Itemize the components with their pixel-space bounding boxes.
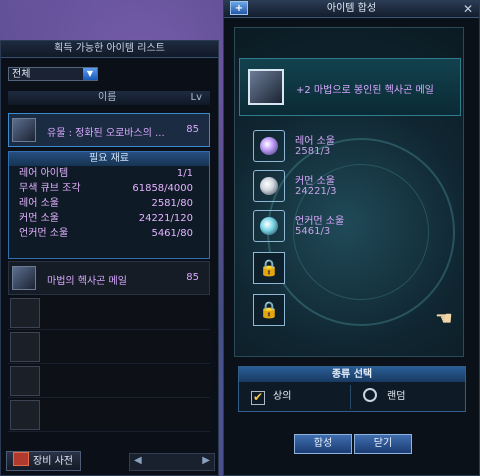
synthesis-area: +2 마법으로 봉인된 헥사곤 메일 레어 소울 2581/3 커먼 소울 24… (234, 27, 464, 357)
equipment-dictionary-button[interactable]: 장비 사전 (6, 451, 81, 471)
pointer-hand-icon: ☚ (435, 306, 453, 330)
empty-list-item[interactable] (8, 365, 210, 398)
list-item[interactable]: 마법의 헥사곤 메일 85 (8, 261, 210, 295)
divider (350, 385, 351, 409)
material-slot[interactable]: 언커먼 소울 5461/3 (253, 210, 453, 246)
option-random-label: 랜덤 (387, 391, 406, 402)
book-icon (13, 452, 29, 466)
empty-list-item[interactable] (8, 399, 210, 432)
empty-list-item[interactable] (8, 297, 210, 330)
item-synthesis-panel: 아이템 합성 + ✕ +2 마법으로 봉인된 헥사곤 메일 레어 소울 2581… (223, 0, 480, 476)
empty-slot-icon (10, 400, 40, 430)
column-lv: Lv (190, 92, 203, 103)
item-level: 85 (186, 124, 199, 135)
material-count: 5461/3 (295, 226, 331, 237)
armor-icon (12, 266, 36, 290)
item-list-panel: 획득 가능한 아이템 리스트 전체 ▼ 이름 Lv 유물 : 정화된 오로바스의… (0, 40, 219, 476)
list-item[interactable]: 유물 : 정화된 오로바스의 ... 85 (8, 113, 210, 147)
material-name: 커먼 소울 (19, 213, 59, 224)
material-row: 무색 큐브 조각 61858/4000 (9, 181, 209, 196)
material-count: 24221/3 (295, 186, 337, 197)
result-item-name: +2 마법으로 봉인된 헥사곤 메일 (296, 85, 434, 96)
material-row: 커먼 소울 24221/120 (9, 211, 209, 226)
option-top-label: 상의 (273, 391, 292, 402)
materials-header: 필요 재료 (9, 152, 209, 166)
checkbox-checked-icon[interactable]: ✔ (251, 391, 265, 405)
dictionary-label: 장비 사전 (33, 456, 73, 467)
material-value: 2581/80 (151, 198, 193, 209)
material-name: 레어 아이템 (19, 168, 69, 179)
material-value: 1/1 (176, 168, 193, 179)
item-name: 마법의 헥사곤 메일 (47, 276, 127, 287)
relic-icon (12, 118, 36, 142)
column-header: 이름 Lv (8, 91, 210, 105)
lock-icon[interactable]: 🔒 (253, 294, 285, 326)
rare-soul-icon (253, 130, 285, 162)
close-button[interactable]: 닫기 (354, 434, 412, 454)
material-name: 레어 소울 (19, 198, 59, 209)
material-slot[interactable]: 커먼 소울 24221/3 (253, 170, 453, 206)
column-name: 이름 (98, 92, 117, 103)
material-name: 언커먼 소울 (19, 228, 69, 239)
empty-slot-icon (10, 298, 40, 328)
material-slot[interactable]: 레어 소울 2581/3 (253, 130, 453, 166)
arrow-left-icon[interactable]: ◀ (134, 455, 142, 466)
type-selection-header: 종류 선택 (239, 367, 465, 382)
result-item[interactable]: +2 마법으로 봉인된 헥사곤 메일 (239, 58, 461, 116)
material-value: 61858/4000 (132, 183, 193, 194)
material-value: 5461/80 (151, 228, 193, 239)
material-name: 무색 큐브 조각 (19, 183, 81, 194)
material-name: 레어 소울 (295, 136, 335, 147)
option-top[interactable]: ✔ 상의 (251, 385, 291, 409)
combine-button[interactable]: 합성 (294, 434, 352, 454)
material-count: 2581/3 (295, 146, 331, 157)
pager: ◀ ▶ (129, 453, 215, 471)
filter-select[interactable]: 전체 ▼ (8, 67, 98, 81)
material-name: 언커먼 소울 (295, 216, 345, 227)
common-soul-icon (253, 170, 285, 202)
required-materials: 필요 재료 레어 아이템 1/1 무색 큐브 조각 61858/4000 레어 … (8, 151, 210, 259)
type-selection: 종류 선택 ✔ 상의 랜덤 (238, 366, 466, 412)
empty-slot-icon (10, 366, 40, 396)
radio-icon[interactable] (363, 388, 377, 402)
armor-icon (248, 69, 284, 105)
material-row: 레어 소울 2581/80 (9, 196, 209, 211)
item-name: 유물 : 정화된 오로바스의 ... (47, 128, 165, 139)
material-value: 24221/120 (138, 213, 193, 224)
lock-icon[interactable]: 🔒 (253, 252, 285, 284)
item-list-title: 획득 가능한 아이템 리스트 (1, 41, 218, 58)
arrow-right-icon[interactable]: ▶ (202, 455, 210, 466)
item-level: 85 (186, 272, 199, 283)
material-row: 레어 아이템 1/1 (9, 166, 209, 181)
empty-slot-icon (10, 332, 40, 362)
empty-list-item[interactable] (8, 331, 210, 364)
material-row: 언커먼 소울 5461/80 (9, 226, 209, 241)
material-name: 커먼 소울 (295, 176, 335, 187)
synthesis-title: 아이템 합성 (224, 1, 479, 18)
chevron-down-icon[interactable]: ▼ (83, 68, 97, 80)
close-icon[interactable]: ✕ (463, 2, 473, 16)
plus-icon[interactable]: + (230, 1, 248, 15)
option-random[interactable]: 랜덤 (363, 385, 405, 409)
uncommon-soul-icon (253, 210, 285, 242)
filter-value: 전체 (12, 69, 31, 80)
